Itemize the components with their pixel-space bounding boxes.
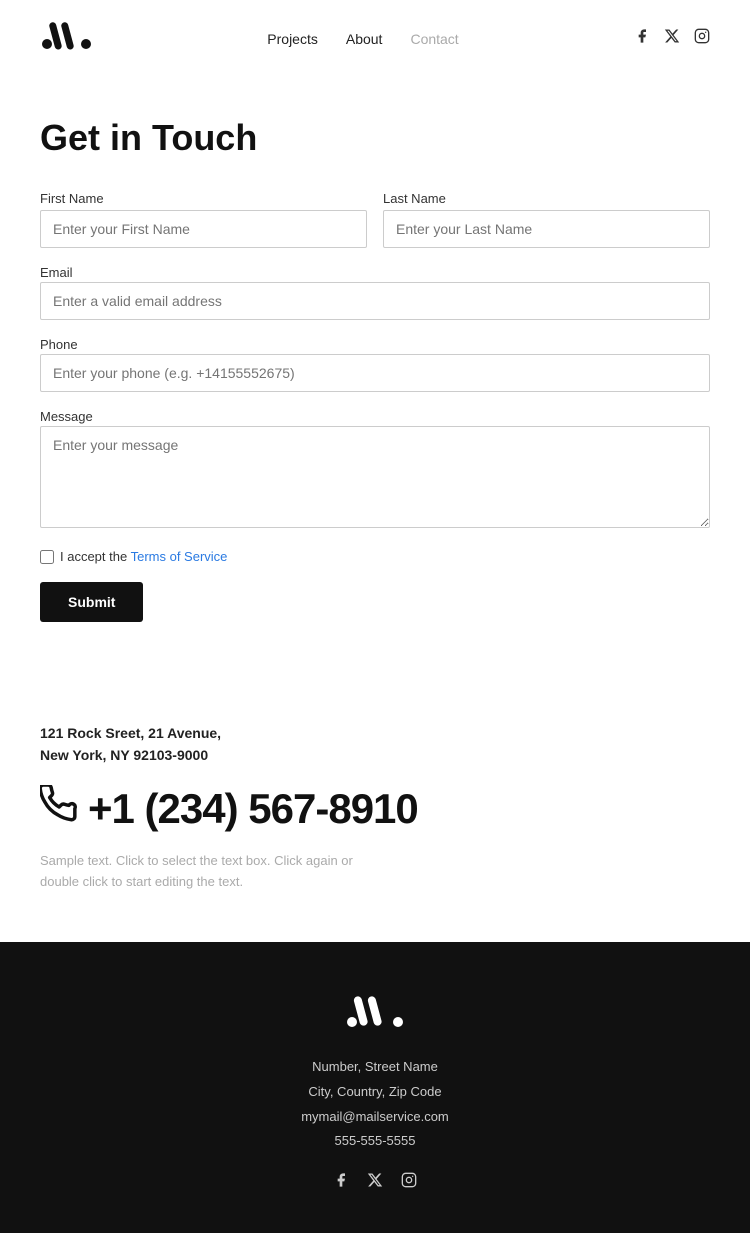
- message-input[interactable]: [40, 426, 710, 528]
- nav-about[interactable]: About: [346, 31, 383, 47]
- submit-button[interactable]: Submit: [40, 582, 143, 622]
- footer-logo: [40, 992, 710, 1037]
- last-name-label: Last Name: [383, 191, 710, 206]
- logo: [40, 18, 92, 59]
- x-twitter-icon[interactable]: [664, 28, 680, 49]
- phone-icon: [40, 785, 78, 832]
- page-title: Get in Touch: [40, 117, 710, 159]
- tos-row: I accept the Terms of Service: [40, 549, 710, 564]
- footer-email: mymail@mailservice.com: [40, 1105, 710, 1130]
- message-label: Message: [40, 409, 93, 424]
- first-name-group: First Name: [40, 191, 367, 248]
- footer-phone: 555-555-5555: [40, 1129, 710, 1154]
- name-row: First Name Last Name: [40, 191, 710, 248]
- instagram-icon[interactable]: [694, 28, 710, 49]
- tos-label: I accept the Terms of Service: [60, 549, 227, 564]
- footer-facebook-icon[interactable]: [333, 1172, 349, 1193]
- address: 121 Rock Sreet, 21 Avenue, New York, NY …: [40, 722, 710, 767]
- footer-x-twitter-icon[interactable]: [367, 1172, 383, 1193]
- address-line1: 121 Rock Sreet, 21 Avenue,: [40, 722, 710, 744]
- email-group: Email: [40, 264, 710, 320]
- site-header: Projects About Contact: [0, 0, 750, 77]
- footer-social: [40, 1172, 710, 1193]
- header-social: [634, 28, 710, 49]
- first-name-label: First Name: [40, 191, 367, 206]
- footer-address-line1: Number, Street Name: [40, 1055, 710, 1080]
- message-group: Message: [40, 408, 710, 533]
- tos-checkbox[interactable]: [40, 550, 54, 564]
- footer-instagram-icon[interactable]: [401, 1172, 417, 1193]
- contact-form: First Name Last Name Email Phone Message: [40, 191, 710, 622]
- main-nav: Projects About Contact: [267, 31, 458, 47]
- phone-input[interactable]: [40, 354, 710, 392]
- nav-projects[interactable]: Projects: [267, 31, 318, 47]
- last-name-group: Last Name: [383, 191, 710, 248]
- contact-info-section: 121 Rock Sreet, 21 Avenue, New York, NY …: [0, 682, 750, 942]
- email-label: Email: [40, 265, 73, 280]
- site-footer: Number, Street Name City, Country, Zip C…: [0, 942, 750, 1233]
- sample-text: Sample text. Click to select the text bo…: [40, 851, 380, 893]
- footer-address: Number, Street Name City, Country, Zip C…: [40, 1055, 710, 1154]
- phone-group: Phone: [40, 336, 710, 392]
- facebook-icon[interactable]: [634, 28, 650, 49]
- main-content: Get in Touch First Name Last Name Email …: [0, 77, 750, 682]
- email-input[interactable]: [40, 282, 710, 320]
- phone-row: +1 (234) 567-8910: [40, 785, 710, 833]
- tos-link[interactable]: Terms of Service: [131, 549, 228, 564]
- address-line2: New York, NY 92103-9000: [40, 744, 710, 766]
- last-name-input[interactable]: [383, 210, 710, 248]
- nav-contact[interactable]: Contact: [410, 31, 458, 47]
- phone-label: Phone: [40, 337, 78, 352]
- first-name-input[interactable]: [40, 210, 367, 248]
- footer-address-line2: City, Country, Zip Code: [40, 1080, 710, 1105]
- phone-number: +1 (234) 567-8910: [88, 785, 418, 833]
